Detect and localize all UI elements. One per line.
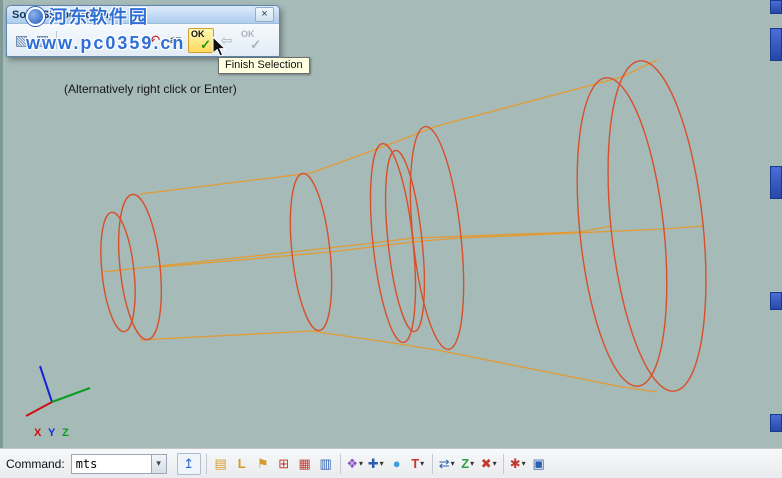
text-style-icon[interactable]: T▾ (409, 454, 427, 474)
finish-selection-button[interactable]: OK✓ (188, 28, 214, 53)
zoom-icon[interactable]: Z▾ (459, 454, 477, 474)
command-bar: Command: mts ▾ ↥ ▤L⚑⊞▦▥ ❖▾✚▾●T▾ ⇄▾Z▾✖▾ ✱▾▣ (0, 448, 782, 478)
axis-label-z: Z (62, 427, 69, 439)
command-label: Command: (6, 457, 65, 471)
wireframe-ring (284, 171, 338, 332)
dropdown-caret-icon[interactable]: ▾ (420, 459, 424, 468)
angle-icon[interactable]: L (233, 454, 251, 474)
dropdown-caret-icon[interactable]: ▾ (359, 459, 363, 468)
cell-style-icon[interactable]: ▥ (317, 454, 335, 474)
dropdown-caret-icon[interactable]: ▾ (493, 459, 497, 468)
sheet-set-icon[interactable]: ▦ (296, 454, 314, 474)
axis-line-up (40, 366, 52, 402)
wireframe-edge (140, 60, 657, 194)
watermark-text-1: 河东软件园 (49, 3, 149, 29)
command-input-value: mts (72, 457, 151, 471)
drawing-canvas[interactable]: (Alternatively right click or Enter) X Y… (0, 0, 782, 448)
window-edge (0, 0, 3, 448)
tooltip: Finish Selection (218, 57, 310, 74)
bottom-toolbar: ↥ ▤L⚑⊞▦▥ ❖▾✚▾●T▾ ⇄▾Z▾✖▾ ✱▾▣ (177, 453, 776, 475)
docked-toolbar-icon-2[interactable] (770, 28, 782, 61)
docked-toolbar-icon-1[interactable] (770, 0, 782, 14)
watermark-logo-icon (26, 7, 45, 26)
dropdown-caret-icon[interactable]: ▾ (451, 459, 455, 468)
axis-line-right (52, 388, 90, 402)
insert-point-icon[interactable]: ✚▾ (367, 454, 385, 474)
dropdown-caret-icon[interactable]: ▾ (522, 459, 526, 468)
axis-label-x: X (34, 427, 42, 439)
match-properties-icon[interactable]: ⇄▾ (438, 454, 456, 474)
block-palette-icon[interactable]: ❖▾ (346, 454, 364, 474)
docked-toolbar-icon-3[interactable] (770, 166, 782, 199)
flag-icon[interactable]: ⚑ (254, 454, 272, 474)
publish-icon[interactable]: ↥ (177, 453, 201, 475)
erase-icon[interactable]: ✖▾ (480, 454, 498, 474)
partial-icon[interactable]: ▣ (530, 454, 548, 474)
watermark-line1: 河东软件园 (26, 3, 149, 29)
settings-icon[interactable]: ✱▾ (509, 454, 527, 474)
application-window: (Alternatively right click or Enter) X Y… (0, 0, 782, 478)
command-input[interactable]: mts ▾ (71, 454, 167, 474)
wireframe-ring (112, 192, 167, 341)
droplet-icon[interactable]: ● (388, 454, 406, 474)
prompt-hint: (Alternatively right click or Enter) (64, 82, 237, 96)
wireframe-model (0, 0, 782, 448)
separator (432, 454, 433, 474)
dropdown-caret-icon[interactable]: ▾ (380, 459, 384, 468)
watermark-text-2: www.pc0359.cn (26, 33, 185, 53)
mtext-icon[interactable]: ▤ (212, 454, 230, 474)
docked-toolbar-icon-4[interactable] (770, 292, 782, 310)
accept-gray-icon[interactable]: OK✓ (239, 29, 263, 52)
mouse-cursor-icon (212, 36, 228, 58)
wireframe-edge (160, 226, 703, 267)
dropdown-caret-icon[interactable]: ▾ (470, 459, 474, 468)
axis-line-left (26, 402, 52, 416)
dropdown-caret-icon[interactable]: ▾ (151, 455, 166, 473)
separator (340, 454, 341, 474)
ucs-axis-icon: X Y Z (14, 356, 106, 442)
docked-toolbar-icon-5[interactable] (770, 414, 782, 432)
table-icon[interactable]: ⊞ (275, 454, 293, 474)
axis-label-y: Y (48, 427, 56, 439)
separator (503, 454, 504, 474)
close-icon[interactable]: × (255, 7, 274, 22)
wireframe-ring (96, 211, 140, 334)
separator (206, 454, 207, 474)
watermark-line2: www.pc0359.cn (26, 33, 185, 54)
